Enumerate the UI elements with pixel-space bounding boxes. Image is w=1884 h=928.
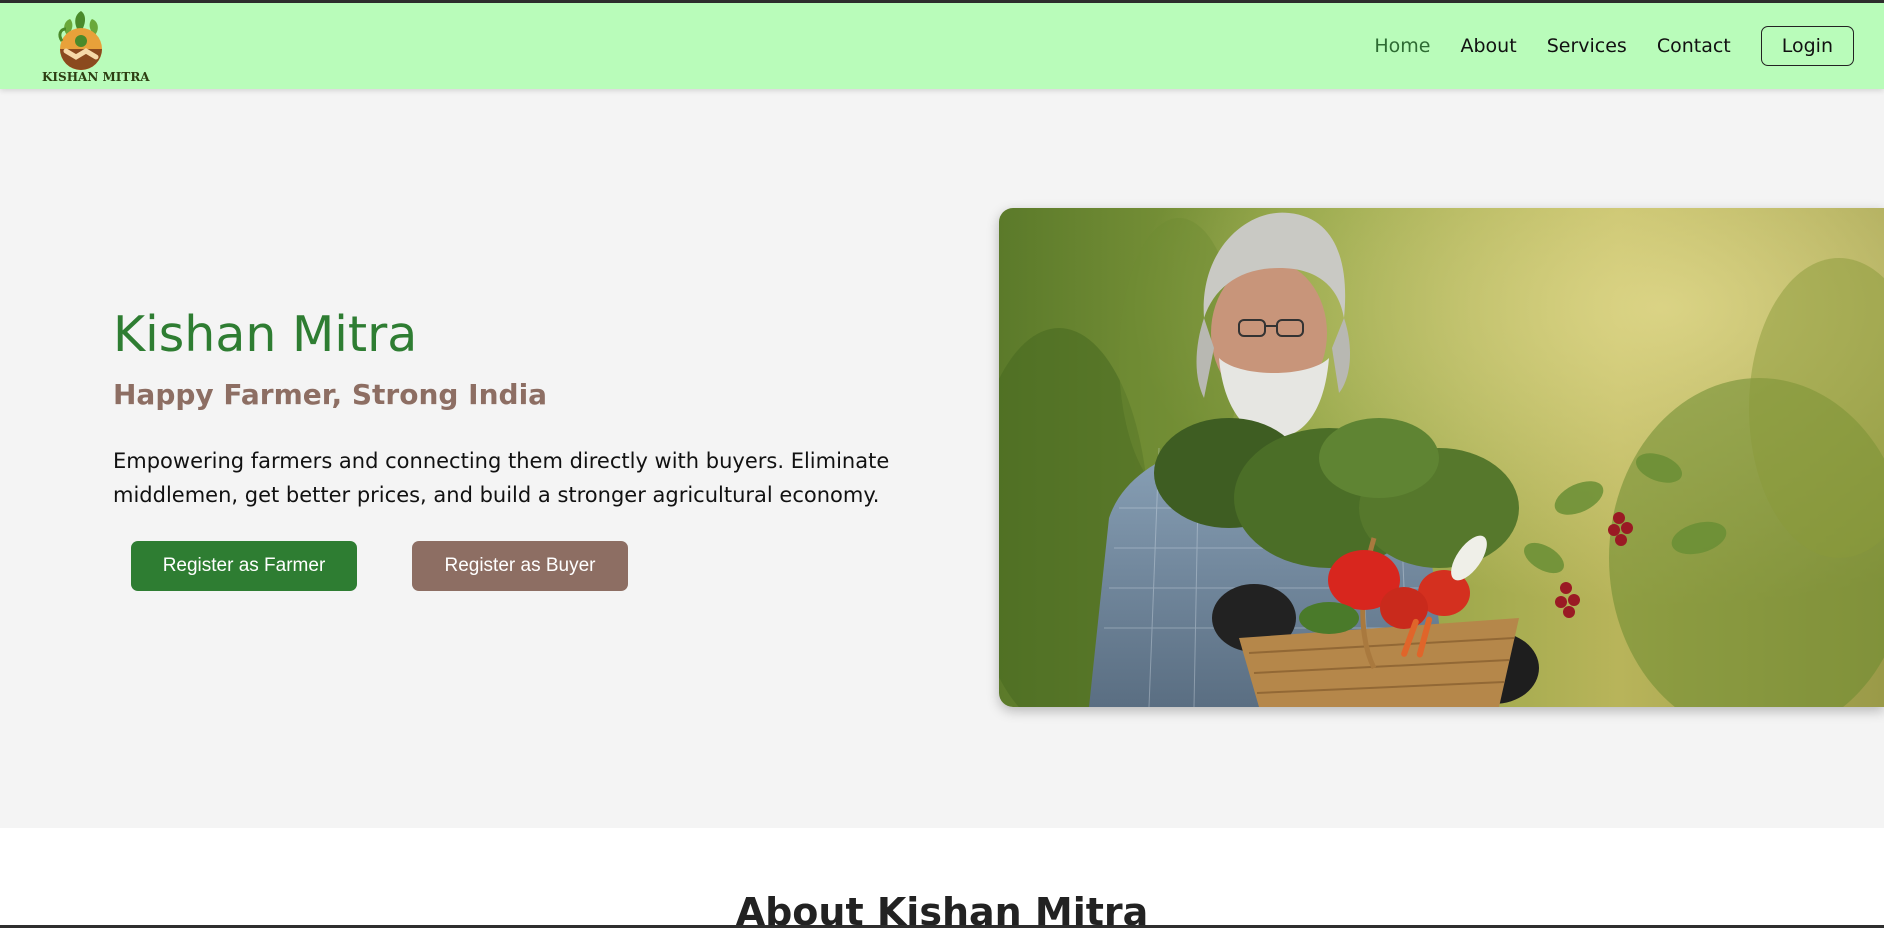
login-button[interactable]: Login [1760, 26, 1854, 66]
hero-image [999, 208, 1884, 707]
register-buyer-button[interactable]: Register as Buyer [412, 541, 628, 591]
nav-link-services[interactable]: Services [1547, 35, 1627, 57]
brand-logo-text: KISHAN MITRA [42, 70, 150, 84]
nav-links: Home About Services Contact Login [1374, 3, 1884, 89]
navbar: KISHAN MITRA Home About Services Contact… [0, 3, 1884, 89]
about-title: About Kishan Mitra [735, 890, 1149, 928]
nav-link-home[interactable]: Home [1374, 35, 1430, 57]
hero-description: Empowering farmers and connecting them d… [113, 449, 890, 507]
nav-link-about[interactable]: About [1461, 35, 1517, 57]
about-section: About Kishan Mitra [0, 828, 1884, 928]
page: KISHAN MITRA Home About Services Contact… [0, 0, 1884, 928]
hero-title: Kishan Mitra [113, 306, 418, 363]
hero-subtitle: Happy Farmer, Strong India [113, 378, 548, 411]
register-farmer-button[interactable]: Register as Farmer [131, 541, 357, 591]
farmer-with-vegetables-image [999, 208, 1884, 707]
nav-link-contact[interactable]: Contact [1657, 35, 1731, 57]
